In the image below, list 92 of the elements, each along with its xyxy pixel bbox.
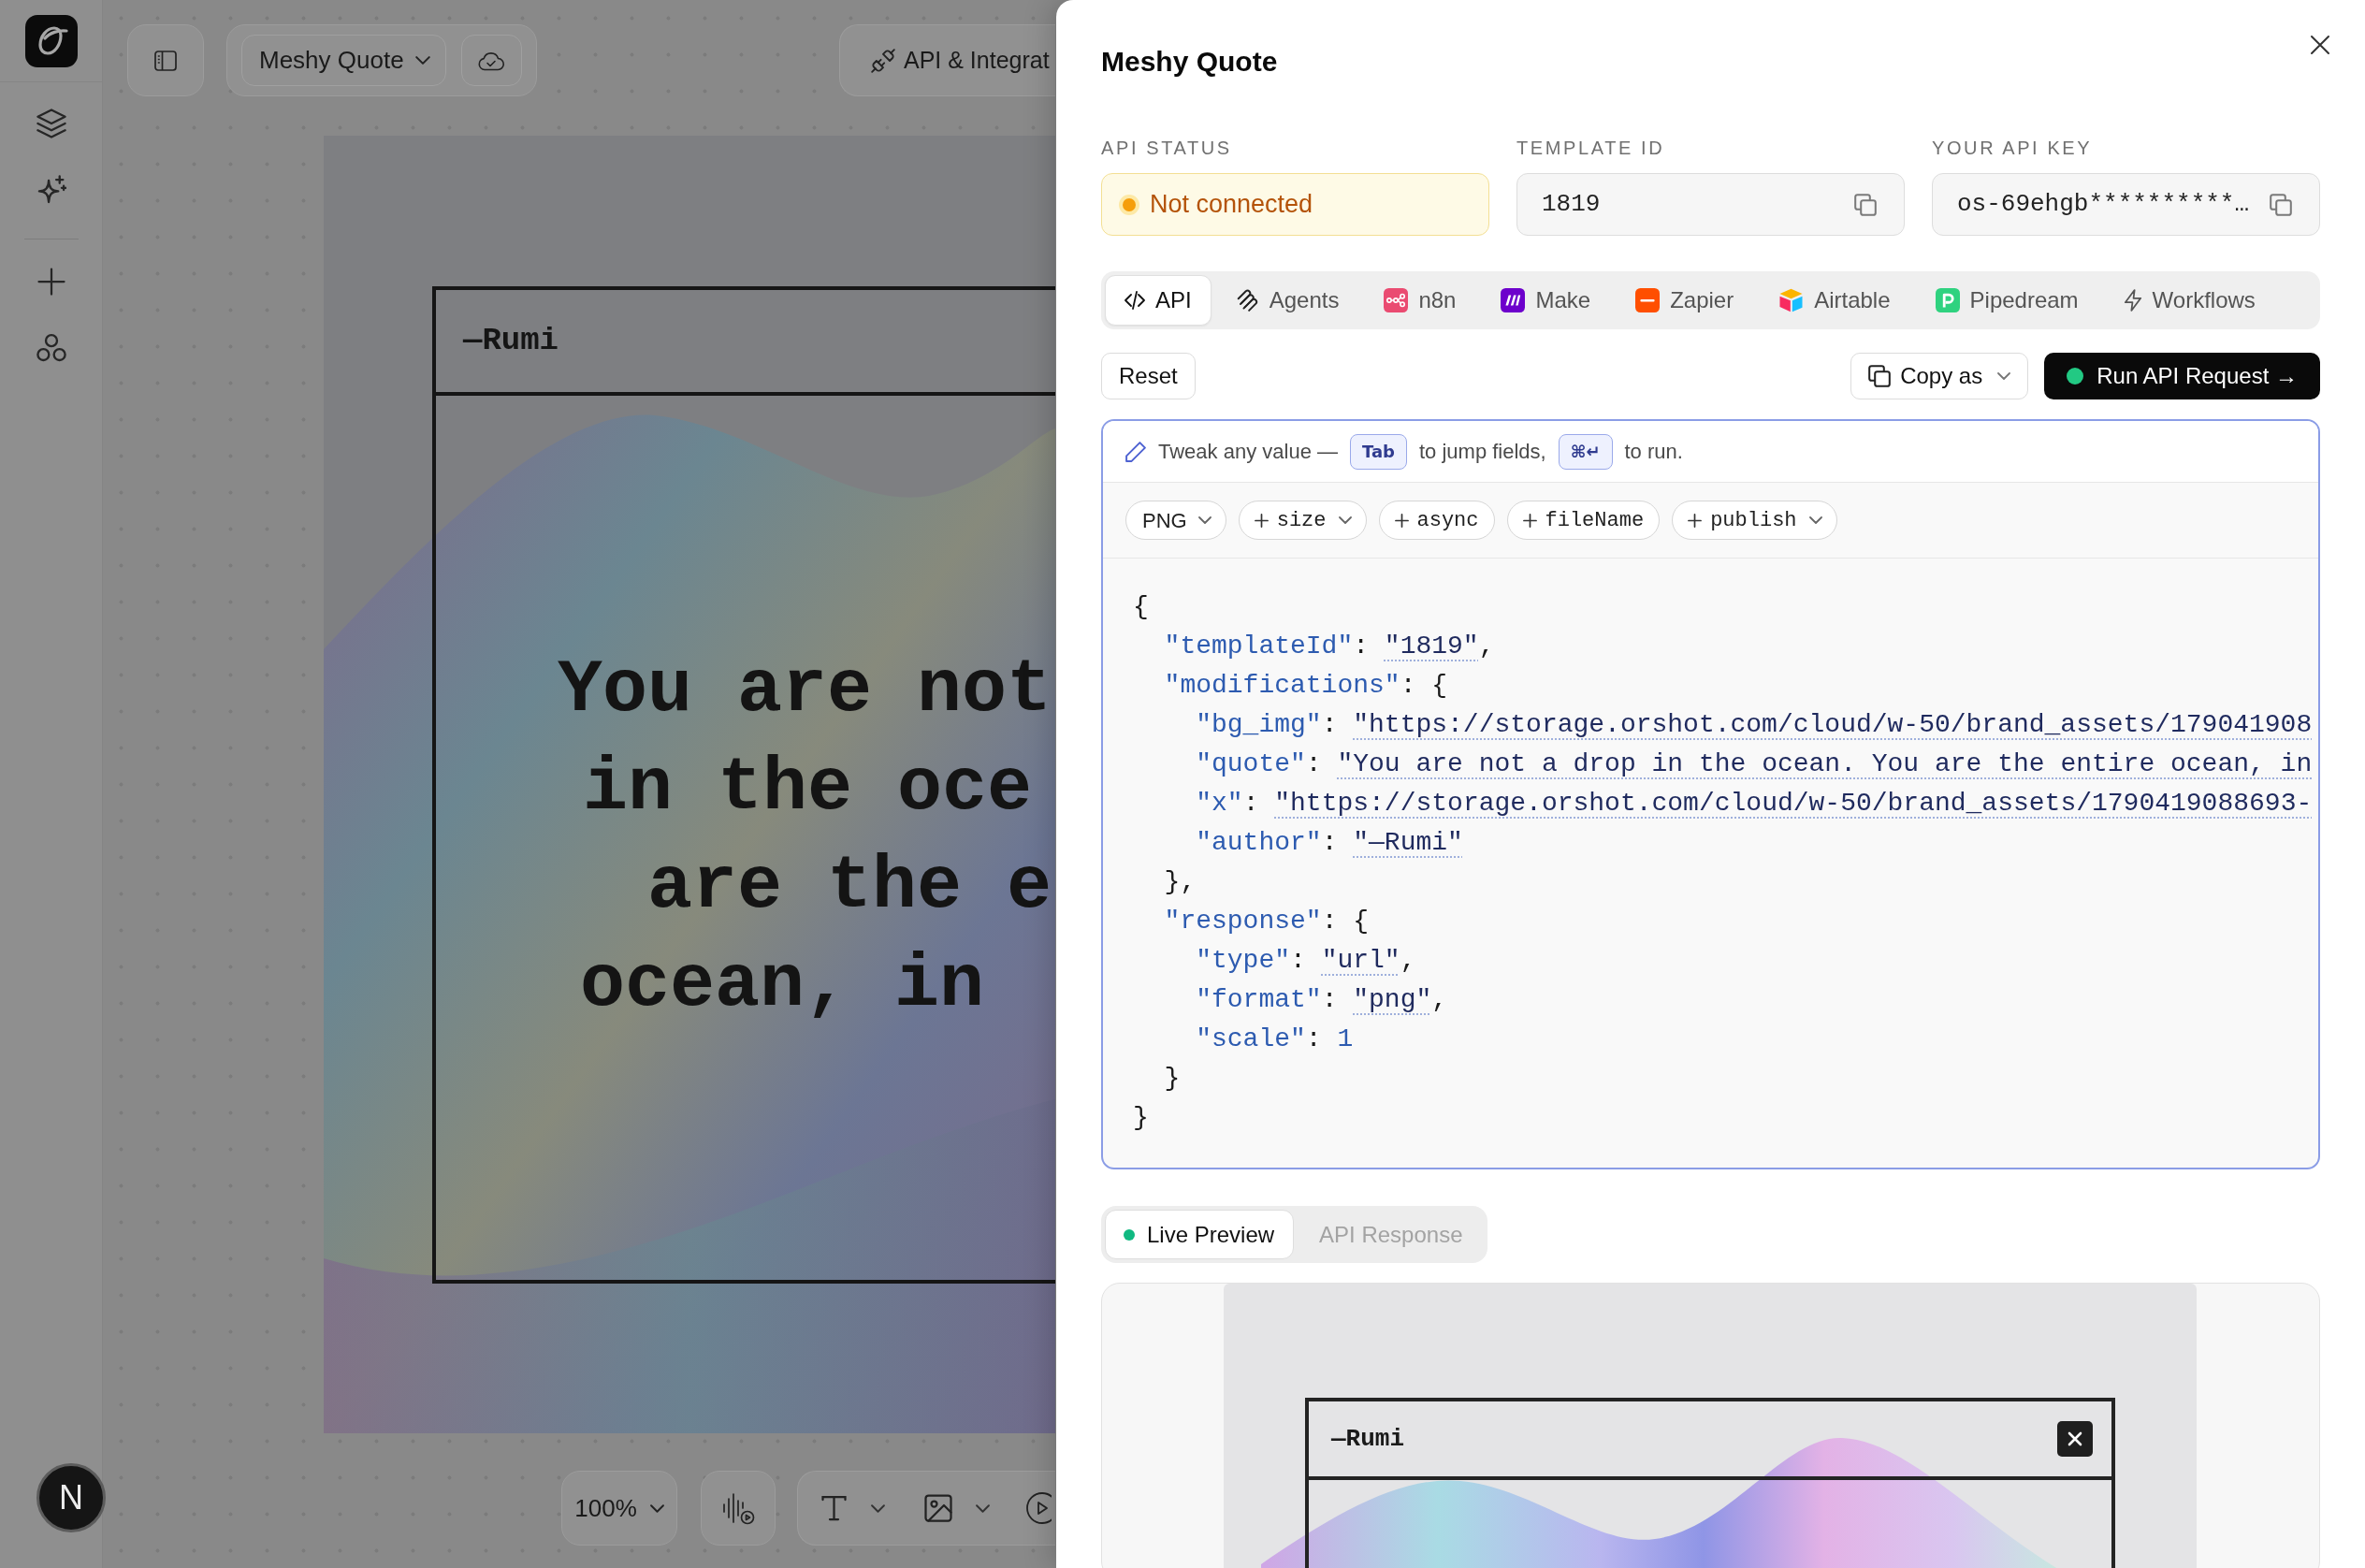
field-label: API STATUS: [1101, 137, 1232, 160]
circles-icon[interactable]: [36, 333, 66, 363]
code-line: "author": "—Rumi": [1196, 827, 1463, 859]
logo-icon: [1501, 288, 1526, 312]
code-line: "x": "https://storage.orshot.com/cloud/w-50/brand_assets/1790419088693-: [1196, 788, 2313, 820]
code-icon: [1124, 291, 1145, 310]
zoom-button[interactable]: 100%: [561, 1471, 677, 1546]
author-text: —Rumi: [463, 322, 559, 360]
hint-text: to jump fields,: [1419, 439, 1546, 465]
integration-tab[interactable]: n8n: [1364, 275, 1476, 326]
pencil-icon: [1125, 441, 1146, 462]
code-line: "format": "png",: [1196, 984, 1448, 1016]
hint-text: Tweak any value —: [1158, 439, 1338, 465]
close-icon[interactable]: [2310, 35, 2330, 55]
chevron-down-icon: [1338, 516, 1352, 524]
box-icon: [1778, 288, 1805, 312]
integration-tab[interactable]: Workflows: [2103, 275, 2275, 326]
waveform-icon: [721, 1491, 755, 1525]
format-dropdown[interactable]: PNG: [1125, 501, 1226, 540]
sparkle-icon[interactable]: [36, 175, 66, 205]
plus-icon: [1688, 513, 1703, 528]
integration-tab[interactable]: Agents: [1216, 275, 1359, 326]
hint-text: to run.: [1624, 439, 1683, 465]
code-line: "bg_img": "https://storage.orshot.com/cloud/w-50/brand_assets/179041908: [1196, 709, 2313, 741]
chevron-down-icon: [1997, 372, 2011, 380]
play-icon[interactable]: [1026, 1492, 1052, 1524]
code-line: }: [1133, 1102, 1149, 1134]
copy-icon[interactable]: [2270, 193, 2292, 216]
add-param-button[interactable]: publish: [1672, 501, 1837, 540]
chevron-down-icon[interactable]: [871, 1503, 885, 1513]
integrations-button[interactable]: API & Integrat: [839, 24, 1055, 96]
code-line: "type": "url",: [1196, 945, 1416, 977]
field-label: YOUR API KEY: [1932, 137, 2093, 160]
logo-icon: [1935, 288, 1960, 312]
plus-icon: [1522, 513, 1537, 528]
text-tool-icon[interactable]: [821, 1495, 847, 1521]
audio-button[interactable]: [701, 1471, 776, 1546]
cloud-check-icon: [477, 50, 506, 71]
chevron-down-icon: [1808, 516, 1822, 524]
code-line: {: [1133, 591, 1149, 623]
integration-tab[interactable]: Make: [1481, 275, 1611, 326]
image-icon[interactable]: [924, 1494, 952, 1522]
integration-tab[interactable]: Airtable: [1759, 275, 1910, 326]
plug-icon: [871, 48, 895, 73]
status-text: Not connected: [1150, 189, 1313, 221]
lightning-icon: [2123, 289, 2142, 312]
nodes-icon: [1384, 288, 1409, 312]
api-key-field[interactable]: os-69ehgb**********…: [1932, 173, 2320, 236]
chevron-down-icon: [649, 1503, 664, 1513]
field-label: TEMPLATE ID: [1516, 137, 1665, 160]
close-icon: [2057, 1421, 2093, 1457]
integration-tab[interactable]: Pipedream: [1915, 275, 2098, 326]
integration-tab[interactable]: Zapier: [1616, 275, 1754, 326]
plus-icon: [1394, 513, 1409, 528]
author-text: —Rumi: [1331, 1423, 1404, 1455]
coil-icon: [1236, 289, 1259, 312]
preview-tab[interactable]: Live Preview: [1105, 1210, 1295, 1259]
run-button[interactable]: Run API Request →: [2044, 353, 2320, 399]
keyboard-key: ⌘↵: [1558, 433, 1613, 470]
integration-tab[interactable]: API: [1105, 275, 1212, 326]
template-id-field[interactable]: 1819: [1516, 173, 1905, 236]
plus-icon: [1254, 513, 1269, 528]
keyboard-key: Tab: [1350, 433, 1407, 470]
quote-text: You are not in the oce are the e ocean, in: [558, 646, 1052, 1029]
copy-icon: [1868, 365, 1892, 387]
code-line: "response": {: [1164, 906, 1370, 937]
chevron-down-icon: [1197, 516, 1212, 524]
logo-icon: [1635, 288, 1661, 312]
copy-as-button[interactable]: Copy as: [1850, 353, 2029, 399]
code-line: "templateId": "1819",: [1164, 631, 1495, 662]
add-param-button[interactable]: async: [1378, 501, 1495, 540]
add-param-button[interactable]: fileName: [1506, 501, 1661, 540]
reset-button[interactable]: Reset: [1101, 353, 1196, 399]
code-line: }: [1164, 1063, 1181, 1095]
dot-icon: [2067, 368, 2084, 385]
project-menu-button[interactable]: Meshy Quote: [241, 35, 446, 86]
chevron-down-icon[interactable]: [976, 1503, 990, 1513]
layers-icon[interactable]: [36, 109, 66, 138]
sidebar-toggle-button[interactable]: [127, 24, 204, 96]
plus-icon[interactable]: [36, 268, 65, 296]
code-line: "modifications": {: [1164, 670, 1448, 702]
code-line: "scale": 1: [1196, 1024, 1354, 1055]
add-param-button[interactable]: size: [1238, 501, 1367, 540]
logo-icon[interactable]: [24, 14, 78, 67]
panel-title: Meshy Quote: [1101, 45, 1278, 79]
dot-icon: [1124, 1228, 1135, 1241]
code-line: },: [1164, 866, 1197, 898]
cloud-button[interactable]: [460, 35, 522, 86]
code-line: "quote": "You are not a drop in the ocean. You are the entire ocean, in: [1196, 748, 2313, 780]
sidebar-icon: [154, 50, 177, 71]
chevron-down-icon: [414, 56, 430, 65]
copy-icon[interactable]: [1854, 193, 1877, 216]
